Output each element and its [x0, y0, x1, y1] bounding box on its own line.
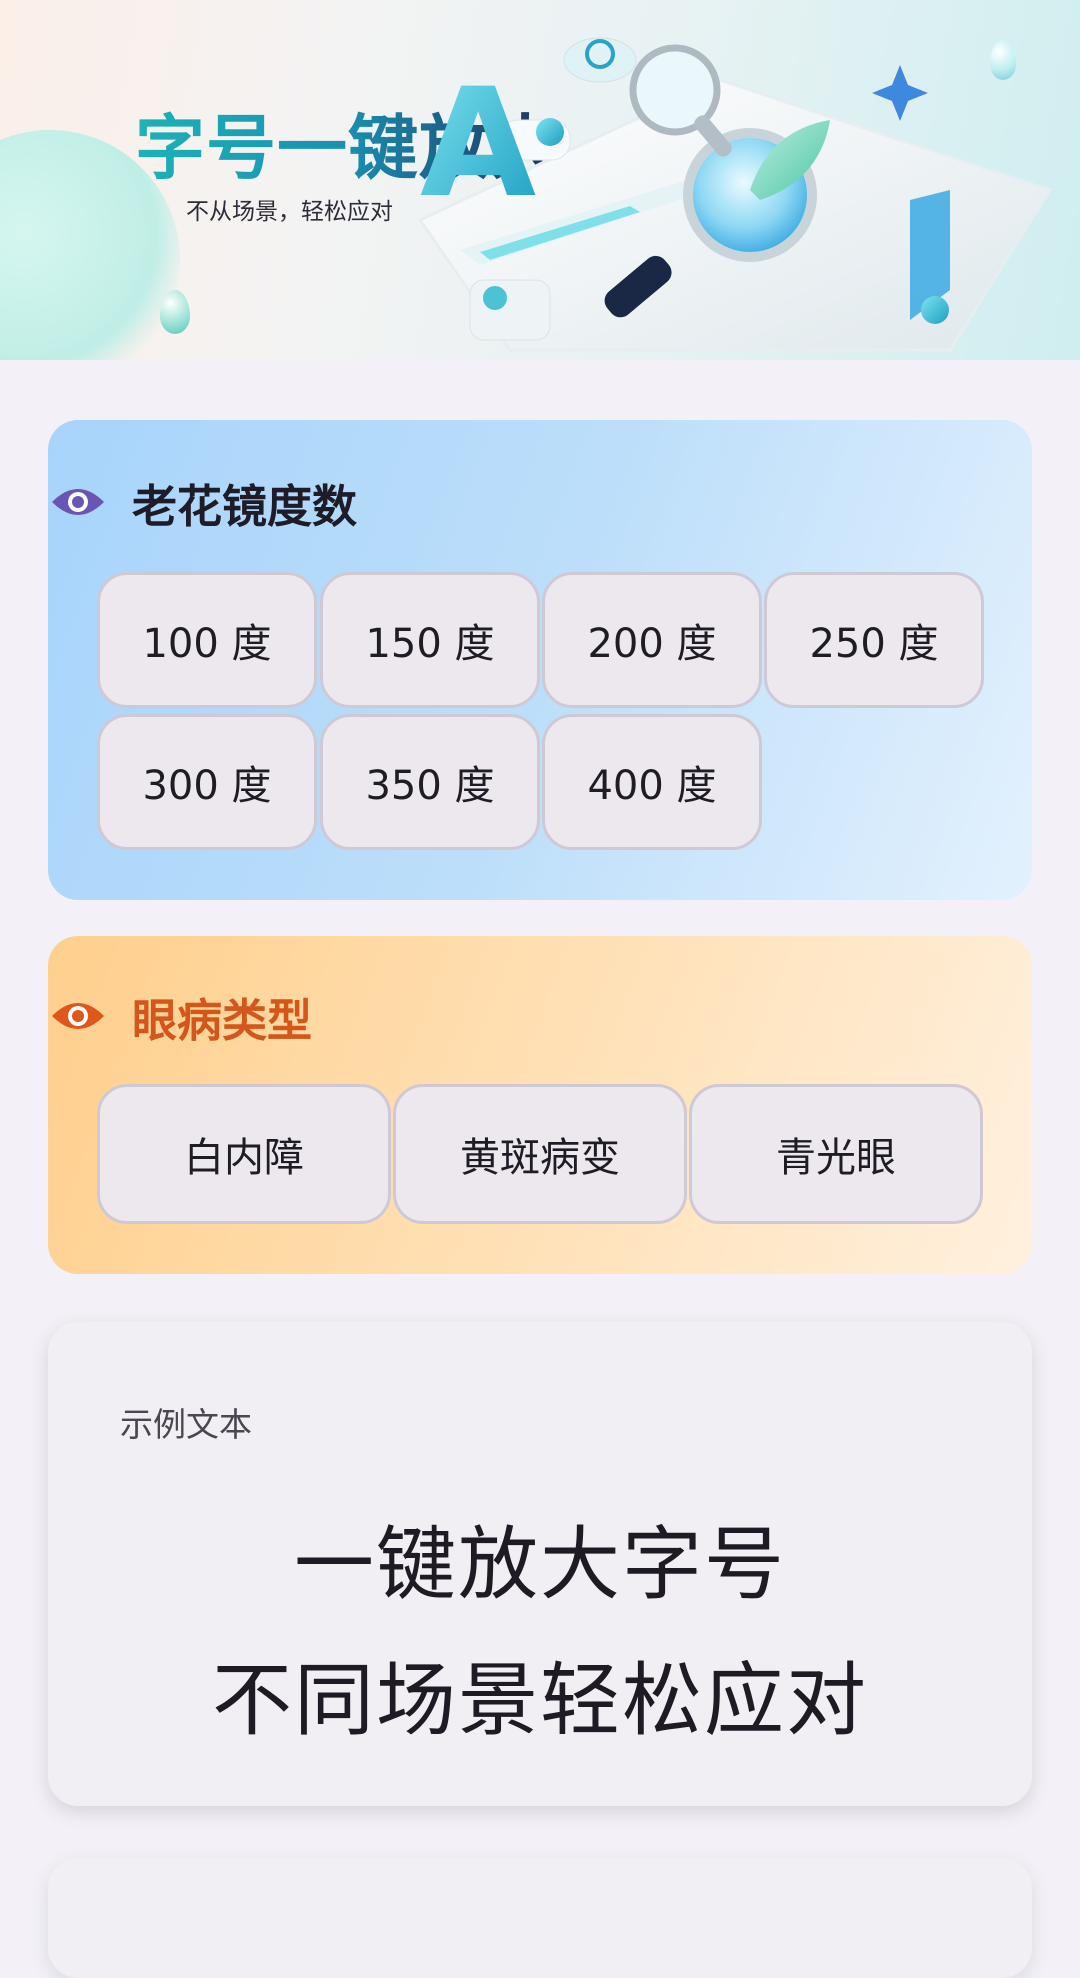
banner-subtitle: 不从场景，轻松应对	[186, 199, 393, 225]
eye-disease-title: 眼病类型	[132, 993, 313, 1047]
lens-degree-title: 老花镜度数	[132, 479, 358, 533]
next-card	[48, 1858, 1032, 1978]
sample-text-label: 示例文本	[120, 1405, 252, 1444]
eye-icon	[50, 482, 106, 522]
disease-option-cataract[interactable]: 白内障	[97, 1084, 391, 1224]
lens-option-200[interactable]: 200 度	[542, 572, 762, 708]
eye-icon	[50, 996, 106, 1036]
sample-text-line-2: 不同场景轻松应对	[212, 1654, 868, 1747]
lens-degree-header: 老花镜度数	[50, 472, 358, 533]
lens-option-100[interactable]: 100 度	[97, 572, 317, 708]
eye-disease-header: 眼病类型	[50, 986, 313, 1047]
lens-option-150[interactable]: 150 度	[320, 572, 540, 708]
letter-a: A	[420, 57, 536, 231]
sample-text-line-1: 一键放大字号	[294, 1518, 786, 1611]
lens-option-250[interactable]: 250 度	[764, 572, 984, 708]
disease-option-glaucoma[interactable]: 青光眼	[689, 1084, 983, 1224]
lens-option-350[interactable]: 350 度	[320, 714, 540, 850]
header-banner: 字号一键放大 不从场景，轻松应对 A	[0, 0, 1080, 360]
lens-option-300[interactable]: 300 度	[97, 714, 317, 850]
water-drop-icon	[160, 290, 190, 334]
banner-illustration: A	[417, 37, 1053, 352]
disease-option-macular[interactable]: 黄斑病变	[393, 1084, 687, 1224]
lens-option-400[interactable]: 400 度	[542, 714, 762, 850]
